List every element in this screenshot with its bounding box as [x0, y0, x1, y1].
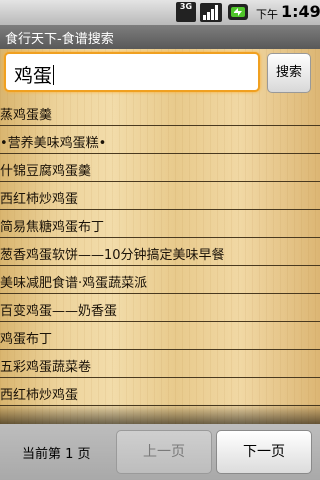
- list-item[interactable]: 鸡蛋布丁: [0, 322, 320, 350]
- prev-page-button[interactable]: 上一页: [116, 430, 212, 474]
- next-page-button[interactable]: 下一页: [216, 430, 312, 474]
- list-item[interactable]: 五彩鸡蛋蔬菜卷: [0, 350, 320, 378]
- status-time: 1:49: [281, 2, 320, 21]
- status-bar: 3G 下午 1:49: [0, 0, 320, 25]
- results-list[interactable]: 蒸鸡蛋羹 •营养美味鸡蛋糕• 什锦豆腐鸡蛋羹 西红柿炒鸡蛋 简易焦糖鸡蛋布丁 葱…: [0, 98, 320, 406]
- list-item-label: 葱香鸡蛋软饼——10分钟搞定美味早餐: [0, 248, 225, 263]
- pagination-bar: 当前第 1 页 上一页 下一页: [0, 424, 320, 480]
- list-item-label: •营养美味鸡蛋糕•: [0, 136, 107, 151]
- app-title: 食行天下-食谱搜索: [5, 32, 114, 47]
- search-button[interactable]: 搜索: [267, 53, 311, 93]
- text-caret: [53, 65, 55, 85]
- list-item-label: 简易焦糖鸡蛋布丁: [0, 220, 105, 235]
- search-input-value: 鸡蛋: [14, 65, 55, 87]
- list-item-label: 什锦豆腐鸡蛋羹: [0, 164, 92, 179]
- list-item-label: 蒸鸡蛋羹: [0, 108, 53, 123]
- main-content: 鸡蛋 搜索 蒸鸡蛋羹 •营养美味鸡蛋糕• 什锦豆腐鸡蛋羹 西红柿炒鸡蛋 简易焦糖…: [0, 49, 320, 424]
- list-item-label: 西红柿炒鸡蛋: [0, 388, 79, 403]
- signal-icon: [200, 3, 222, 22]
- list-item[interactable]: 百变鸡蛋——奶香蛋: [0, 294, 320, 322]
- list-item[interactable]: 西红柿炒鸡蛋: [0, 182, 320, 210]
- list-item-label: 五彩鸡蛋蔬菜卷: [0, 360, 92, 375]
- scroll-fade: [0, 404, 320, 424]
- list-item[interactable]: 蒸鸡蛋羹: [0, 98, 320, 126]
- search-input[interactable]: 鸡蛋: [4, 52, 260, 92]
- list-item-label: 鸡蛋布丁: [0, 332, 53, 347]
- current-page-label: 当前第 1 页: [22, 447, 91, 462]
- title-bar: 食行天下-食谱搜索: [0, 25, 320, 49]
- list-item[interactable]: 简易焦糖鸡蛋布丁: [0, 210, 320, 238]
- list-item-label: 西红柿炒鸡蛋: [0, 192, 79, 207]
- list-item[interactable]: 葱香鸡蛋软饼——10分钟搞定美味早餐: [0, 238, 320, 266]
- battery-icon: [228, 4, 248, 20]
- 3g-icon: 3G: [176, 2, 196, 22]
- list-item[interactable]: •营养美味鸡蛋糕•: [0, 126, 320, 154]
- list-item[interactable]: 西红柿炒鸡蛋: [0, 378, 320, 406]
- list-item-label: 美味减肥食谱·鸡蛋蔬菜派: [0, 276, 148, 291]
- list-item[interactable]: 美味减肥食谱·鸡蛋蔬菜派: [0, 266, 320, 294]
- list-item[interactable]: 什锦豆腐鸡蛋羹: [0, 154, 320, 182]
- list-item-label: 百变鸡蛋——奶香蛋: [0, 304, 118, 319]
- status-ampm: 下午: [256, 8, 278, 21]
